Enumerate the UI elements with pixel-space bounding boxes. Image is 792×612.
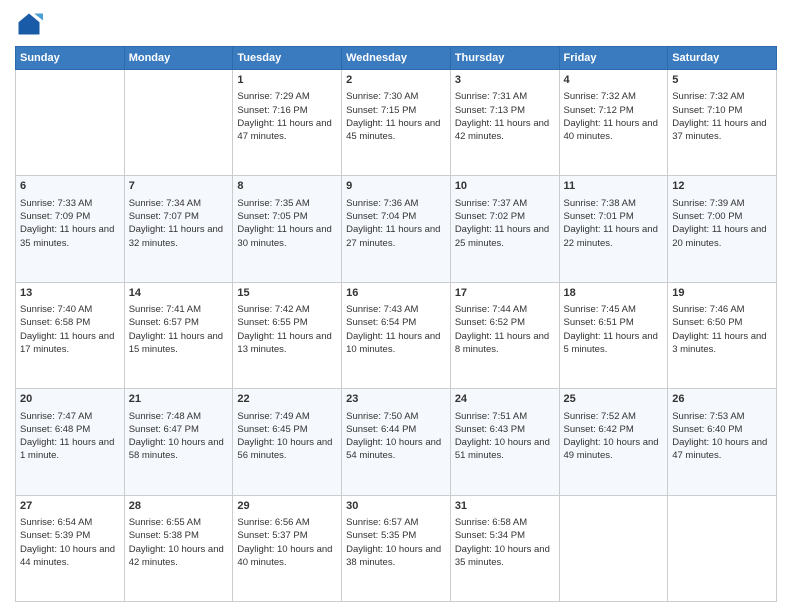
day-number: 3 bbox=[455, 73, 555, 88]
calendar-header-monday: Monday bbox=[124, 47, 233, 70]
day-number: 29 bbox=[237, 499, 337, 514]
day-number: 21 bbox=[129, 392, 229, 407]
calendar-cell: 9Sunrise: 7:36 AMSunset: 7:04 PMDaylight… bbox=[342, 176, 451, 282]
header bbox=[15, 10, 777, 38]
day-number: 13 bbox=[20, 286, 120, 301]
calendar-week-2: 6Sunrise: 7:33 AMSunset: 7:09 PMDaylight… bbox=[16, 176, 777, 282]
day-number: 4 bbox=[564, 73, 664, 88]
day-number: 26 bbox=[672, 392, 772, 407]
day-number: 20 bbox=[20, 392, 120, 407]
calendar-cell: 2Sunrise: 7:30 AMSunset: 7:15 PMDaylight… bbox=[342, 70, 451, 176]
calendar-cell: 15Sunrise: 7:42 AMSunset: 6:55 PMDayligh… bbox=[233, 282, 342, 388]
day-number: 2 bbox=[346, 73, 446, 88]
day-number: 27 bbox=[20, 499, 120, 514]
calendar-cell: 24Sunrise: 7:51 AMSunset: 6:43 PMDayligh… bbox=[450, 389, 559, 495]
calendar-cell: 4Sunrise: 7:32 AMSunset: 7:12 PMDaylight… bbox=[559, 70, 668, 176]
calendar-cell: 31Sunrise: 6:58 AMSunset: 5:34 PMDayligh… bbox=[450, 495, 559, 601]
day-number: 24 bbox=[455, 392, 555, 407]
calendar-week-5: 27Sunrise: 6:54 AMSunset: 5:39 PMDayligh… bbox=[16, 495, 777, 601]
day-number: 18 bbox=[564, 286, 664, 301]
calendar-cell: 26Sunrise: 7:53 AMSunset: 6:40 PMDayligh… bbox=[668, 389, 777, 495]
calendar-header-wednesday: Wednesday bbox=[342, 47, 451, 70]
day-number: 28 bbox=[129, 499, 229, 514]
calendar-cell: 6Sunrise: 7:33 AMSunset: 7:09 PMDaylight… bbox=[16, 176, 125, 282]
calendar-cell: 5Sunrise: 7:32 AMSunset: 7:10 PMDaylight… bbox=[668, 70, 777, 176]
day-number: 16 bbox=[346, 286, 446, 301]
page: SundayMondayTuesdayWednesdayThursdayFrid… bbox=[0, 0, 792, 612]
calendar-table: SundayMondayTuesdayWednesdayThursdayFrid… bbox=[15, 46, 777, 602]
calendar-cell: 3Sunrise: 7:31 AMSunset: 7:13 PMDaylight… bbox=[450, 70, 559, 176]
calendar-header-friday: Friday bbox=[559, 47, 668, 70]
calendar-cell: 22Sunrise: 7:49 AMSunset: 6:45 PMDayligh… bbox=[233, 389, 342, 495]
calendar-cell: 11Sunrise: 7:38 AMSunset: 7:01 PMDayligh… bbox=[559, 176, 668, 282]
calendar-cell bbox=[16, 70, 125, 176]
day-number: 25 bbox=[564, 392, 664, 407]
logo bbox=[15, 10, 47, 38]
day-number: 14 bbox=[129, 286, 229, 301]
calendar-cell: 16Sunrise: 7:43 AMSunset: 6:54 PMDayligh… bbox=[342, 282, 451, 388]
calendar-cell: 13Sunrise: 7:40 AMSunset: 6:58 PMDayligh… bbox=[16, 282, 125, 388]
calendar-cell: 23Sunrise: 7:50 AMSunset: 6:44 PMDayligh… bbox=[342, 389, 451, 495]
calendar-header-sunday: Sunday bbox=[16, 47, 125, 70]
calendar-cell bbox=[124, 70, 233, 176]
day-number: 17 bbox=[455, 286, 555, 301]
calendar-week-1: 1Sunrise: 7:29 AMSunset: 7:16 PMDaylight… bbox=[16, 70, 777, 176]
day-number: 23 bbox=[346, 392, 446, 407]
day-number: 22 bbox=[237, 392, 337, 407]
day-number: 19 bbox=[672, 286, 772, 301]
calendar-header-tuesday: Tuesday bbox=[233, 47, 342, 70]
day-number: 6 bbox=[20, 179, 120, 194]
calendar-cell bbox=[668, 495, 777, 601]
day-number: 7 bbox=[129, 179, 229, 194]
day-number: 1 bbox=[237, 73, 337, 88]
calendar-week-3: 13Sunrise: 7:40 AMSunset: 6:58 PMDayligh… bbox=[16, 282, 777, 388]
day-number: 31 bbox=[455, 499, 555, 514]
calendar-cell: 30Sunrise: 6:57 AMSunset: 5:35 PMDayligh… bbox=[342, 495, 451, 601]
calendar-cell: 12Sunrise: 7:39 AMSunset: 7:00 PMDayligh… bbox=[668, 176, 777, 282]
day-number: 8 bbox=[237, 179, 337, 194]
calendar-cell bbox=[559, 495, 668, 601]
calendar-cell: 21Sunrise: 7:48 AMSunset: 6:47 PMDayligh… bbox=[124, 389, 233, 495]
calendar-week-4: 20Sunrise: 7:47 AMSunset: 6:48 PMDayligh… bbox=[16, 389, 777, 495]
calendar-cell: 7Sunrise: 7:34 AMSunset: 7:07 PMDaylight… bbox=[124, 176, 233, 282]
calendar-cell: 19Sunrise: 7:46 AMSunset: 6:50 PMDayligh… bbox=[668, 282, 777, 388]
calendar-cell: 8Sunrise: 7:35 AMSunset: 7:05 PMDaylight… bbox=[233, 176, 342, 282]
day-number: 12 bbox=[672, 179, 772, 194]
calendar-header-thursday: Thursday bbox=[450, 47, 559, 70]
calendar-header-row: SundayMondayTuesdayWednesdayThursdayFrid… bbox=[16, 47, 777, 70]
calendar-cell: 28Sunrise: 6:55 AMSunset: 5:38 PMDayligh… bbox=[124, 495, 233, 601]
calendar-cell: 18Sunrise: 7:45 AMSunset: 6:51 PMDayligh… bbox=[559, 282, 668, 388]
logo-icon bbox=[15, 10, 43, 38]
calendar-header-saturday: Saturday bbox=[668, 47, 777, 70]
day-number: 15 bbox=[237, 286, 337, 301]
calendar-cell: 10Sunrise: 7:37 AMSunset: 7:02 PMDayligh… bbox=[450, 176, 559, 282]
day-number: 10 bbox=[455, 179, 555, 194]
calendar-cell: 14Sunrise: 7:41 AMSunset: 6:57 PMDayligh… bbox=[124, 282, 233, 388]
day-number: 30 bbox=[346, 499, 446, 514]
calendar-cell: 17Sunrise: 7:44 AMSunset: 6:52 PMDayligh… bbox=[450, 282, 559, 388]
day-number: 11 bbox=[564, 179, 664, 194]
day-number: 5 bbox=[672, 73, 772, 88]
calendar-cell: 29Sunrise: 6:56 AMSunset: 5:37 PMDayligh… bbox=[233, 495, 342, 601]
calendar-cell: 1Sunrise: 7:29 AMSunset: 7:16 PMDaylight… bbox=[233, 70, 342, 176]
calendar-cell: 20Sunrise: 7:47 AMSunset: 6:48 PMDayligh… bbox=[16, 389, 125, 495]
calendar-cell: 27Sunrise: 6:54 AMSunset: 5:39 PMDayligh… bbox=[16, 495, 125, 601]
calendar-cell: 25Sunrise: 7:52 AMSunset: 6:42 PMDayligh… bbox=[559, 389, 668, 495]
day-number: 9 bbox=[346, 179, 446, 194]
